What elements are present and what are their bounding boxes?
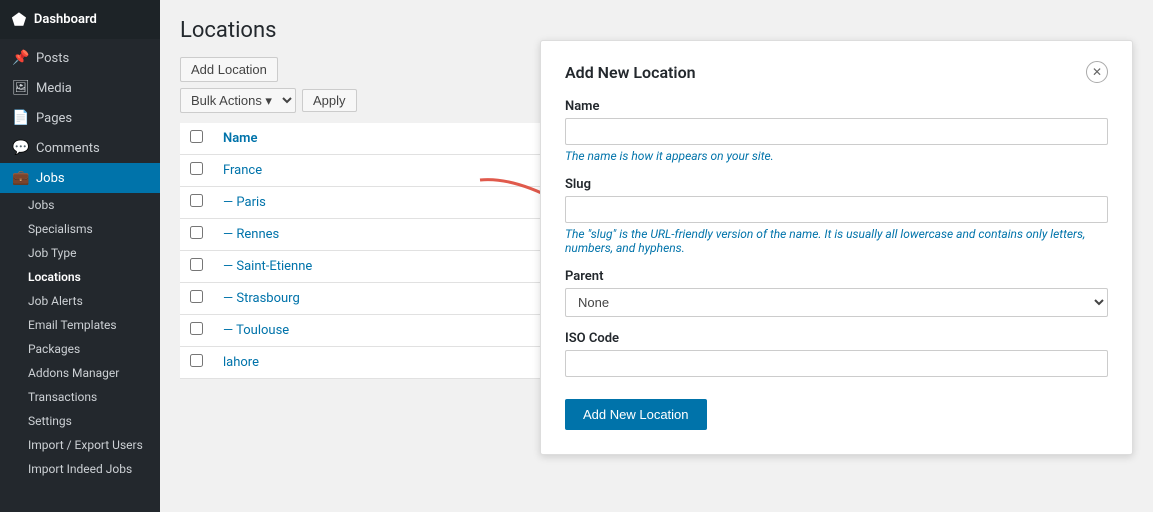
modal-title: Add New Location xyxy=(565,63,696,82)
sidebar-sub-transactions[interactable]: Transactions xyxy=(0,385,160,409)
row-checkbox[interactable] xyxy=(190,354,203,367)
sidebar-sub-menu: Jobs Specialisms Job Type Locations Job … xyxy=(0,193,160,481)
sidebar-item-comments[interactable]: 💬 Comments xyxy=(0,133,160,163)
iso-input[interactable] xyxy=(565,350,1108,377)
main-content: Locations Add Location Bulk Actions ▾ Ap… xyxy=(160,0,1153,512)
name-label: Name xyxy=(565,99,1108,114)
bulk-actions-select[interactable]: Bulk Actions ▾ xyxy=(180,88,296,113)
row-checkbox[interactable] xyxy=(190,322,203,335)
sidebar-sub-email-templates[interactable]: Email Templates xyxy=(0,313,160,337)
slug-hint: The "slug" is the URL-friendly version o… xyxy=(565,227,1108,255)
iso-label: ISO Code xyxy=(565,331,1108,346)
iso-field-group: ISO Code xyxy=(565,331,1108,377)
jobs-icon: 💼 xyxy=(12,170,28,186)
sidebar-sub-packages[interactable]: Packages xyxy=(0,337,160,361)
modal-header: Add New Location ✕ xyxy=(565,61,1108,83)
sidebar: ⬟ Dashboard 📌 Posts 🖼 Media 📄 Pages 💬 Co… xyxy=(0,0,160,512)
name-input[interactable] xyxy=(565,118,1108,145)
comments-icon: 💬 xyxy=(12,140,28,156)
media-icon: 🖼 xyxy=(12,80,28,96)
name-field-group: Name The name is how it appears on your … xyxy=(565,99,1108,163)
sidebar-item-media[interactable]: 🖼 Media xyxy=(0,73,160,103)
sidebar-sub-specialisms[interactable]: Specialisms xyxy=(0,217,160,241)
pages-icon: 📄 xyxy=(12,110,28,126)
sidebar-sub-job-type[interactable]: Job Type xyxy=(0,241,160,265)
parent-label: Parent xyxy=(565,269,1108,284)
row-checkbox[interactable] xyxy=(190,290,203,303)
location-link[interactable]: — Saint-Etienne xyxy=(223,259,312,274)
name-hint: The name is how it appears on your site. xyxy=(565,149,1108,163)
modal-close-button[interactable]: ✕ xyxy=(1086,61,1108,83)
location-link[interactable]: lahore xyxy=(223,355,259,370)
row-checkbox[interactable] xyxy=(190,194,203,207)
slug-field-group: Slug The "slug" is the URL-friendly vers… xyxy=(565,177,1108,255)
location-link[interactable]: France xyxy=(223,163,262,178)
sidebar-sub-locations[interactable]: Locations xyxy=(0,265,160,289)
sidebar-sub-jobs[interactable]: Jobs xyxy=(0,193,160,217)
sidebar-sub-job-alerts[interactable]: Job Alerts xyxy=(0,289,160,313)
parent-select[interactable]: None xyxy=(565,288,1108,317)
sidebar-item-jobs[interactable]: 💼 Jobs xyxy=(0,163,160,193)
row-checkbox[interactable] xyxy=(190,258,203,271)
row-checkbox[interactable] xyxy=(190,162,203,175)
add-new-location-modal: Add New Location ✕ Name The name is how … xyxy=(540,40,1133,455)
sidebar-sub-import-export[interactable]: Import / Export Users xyxy=(0,433,160,457)
sidebar-dashboard[interactable]: ⬟ Dashboard xyxy=(0,0,160,39)
select-all-checkbox[interactable] xyxy=(190,130,203,143)
add-location-button[interactable]: Add Location xyxy=(180,57,278,82)
submit-add-location-button[interactable]: Add New Location xyxy=(565,399,707,430)
sidebar-sub-addons-manager[interactable]: Addons Manager xyxy=(0,361,160,385)
sidebar-sub-import-indeed[interactable]: Import Indeed Jobs xyxy=(0,457,160,481)
parent-field-group: Parent None xyxy=(565,269,1108,317)
location-link[interactable]: — Rennes xyxy=(223,227,279,242)
slug-input[interactable] xyxy=(565,196,1108,223)
sidebar-sub-settings[interactable]: Settings xyxy=(0,409,160,433)
sidebar-item-posts[interactable]: 📌 Posts xyxy=(0,43,160,73)
row-checkbox[interactable] xyxy=(190,226,203,239)
name-column-header[interactable]: Name xyxy=(223,131,257,146)
location-link[interactable]: — Strasbourg xyxy=(223,291,300,306)
location-link[interactable]: — Paris xyxy=(223,195,266,210)
apply-button[interactable]: Apply xyxy=(302,89,357,112)
posts-icon: 📌 xyxy=(12,50,28,66)
slug-label: Slug xyxy=(565,177,1108,192)
sidebar-item-pages[interactable]: 📄 Pages xyxy=(0,103,160,133)
dashboard-icon: ⬟ xyxy=(12,10,26,29)
location-link[interactable]: — Toulouse xyxy=(223,323,289,338)
